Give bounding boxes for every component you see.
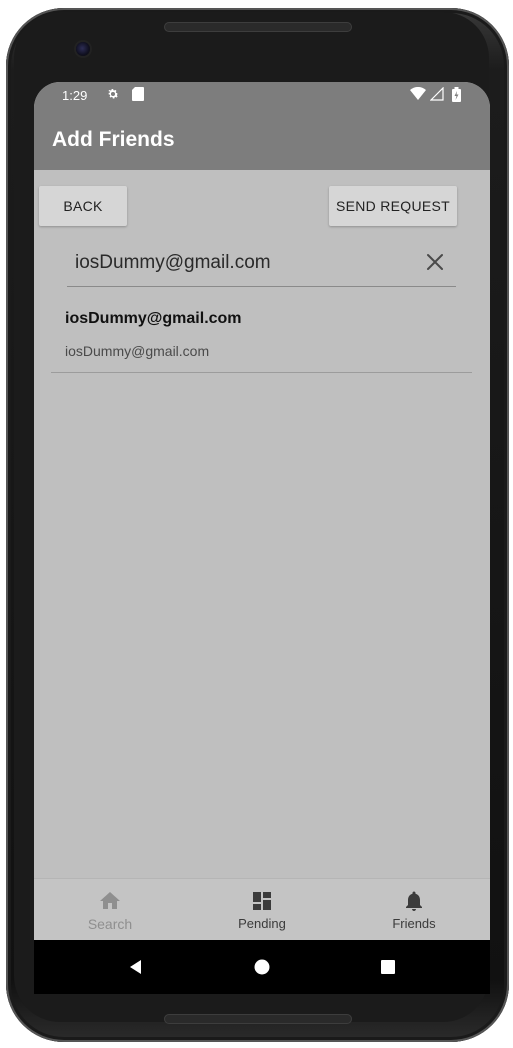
device-screen: 1:29 Add Friends BACK SEND REQUEST iosDu… [34,82,490,994]
result-email-primary: iosDummy@gmail.com [65,310,242,327]
nav-item-pending[interactable]: Pending [186,879,338,941]
close-icon[interactable] [424,251,446,273]
bottom-navigation: Search Pending Friends [34,878,490,941]
back-button[interactable]: BACK [39,186,127,226]
bottom-speaker [164,1014,352,1024]
list-item[interactable]: iosDummy@gmail.com iosDummy@gmail.com [51,300,472,373]
home-circle-icon[interactable] [252,957,272,977]
nav-label-search: Search [87,916,133,932]
home-icon [98,889,122,913]
wifi-icon [410,86,426,105]
front-camera [76,42,90,56]
status-bar: 1:29 [34,82,490,110]
dashboard-icon [250,889,274,913]
nav-item-friends[interactable]: Friends [338,879,490,941]
page-title: Add Friends [52,128,175,151]
nav-label-friends: Friends [392,916,436,931]
gear-icon [106,87,120,105]
nav-label-pending: Pending [238,916,286,931]
back-triangle-icon[interactable] [126,957,146,977]
app-bar: Add Friends [34,110,490,170]
status-time: 1:29 [62,88,88,103]
sd-card-icon [132,87,144,105]
system-navigation-bar [34,940,490,994]
nav-item-search[interactable]: Search [34,879,186,941]
search-field [67,242,456,287]
recents-square-icon[interactable] [378,957,398,977]
earpiece-speaker [164,22,352,32]
result-email-secondary: iosDummy@gmail.com [65,343,210,359]
send-request-button[interactable]: SEND REQUEST [329,186,457,226]
battery-icon [452,87,461,106]
search-input[interactable] [75,252,405,274]
signal-icon [429,86,444,105]
bell-icon [402,889,426,913]
